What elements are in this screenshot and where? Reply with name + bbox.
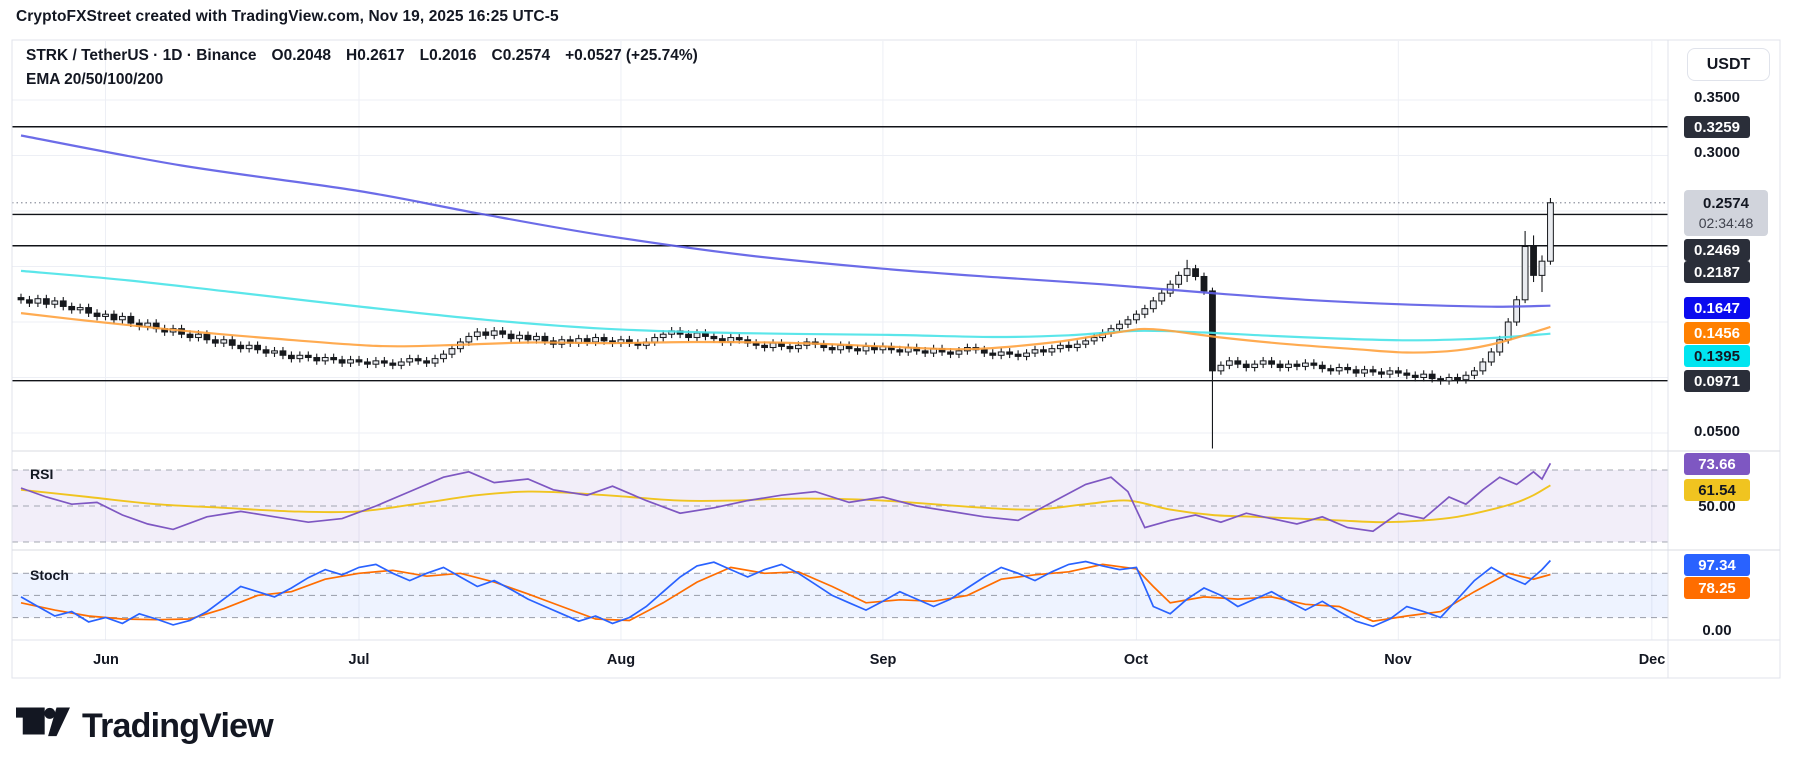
month-tick: Jul (329, 652, 389, 668)
currency-toggle-button[interactable]: USDT (1687, 48, 1770, 81)
last-price-label: 0.2574 02:34:48 (1684, 190, 1768, 236)
month-tick: Nov (1368, 652, 1428, 668)
stoch-pane-title[interactable]: Stoch (30, 567, 69, 583)
stoch-zero-tick: 0.00 (1684, 622, 1750, 640)
tradingview-logo-text: TradingView (82, 707, 273, 746)
level-price-label: 0.0971 (1684, 370, 1750, 392)
screenshot-root: CryptoFXStreet created with TradingView.… (0, 0, 1793, 773)
price-tick: 0.3500 (1684, 89, 1750, 107)
bar-close-countdown: 02:34:48 (1699, 214, 1754, 232)
month-tick: Sep (853, 652, 913, 668)
ema-blue-price-label: 0.1647 (1684, 297, 1750, 319)
ema-cyan-price-label: 0.1395 (1684, 345, 1750, 367)
level-price-label: 0.2469 (1684, 239, 1750, 261)
ohlc-open: O0.2048 (272, 47, 331, 64)
ema-lines (21, 136, 1550, 353)
level-price-label: 0.2187 (1684, 261, 1750, 283)
rsi-value-label: 73.66 (1684, 453, 1750, 475)
ohlc-high: H0.2617 (346, 47, 405, 64)
attribution-text: CryptoFXStreet created with TradingView.… (16, 8, 559, 26)
level-price-label: 0.3259 (1684, 116, 1750, 138)
ohlc-close: C0.2574 (492, 47, 551, 64)
month-tick: Jun (76, 652, 136, 668)
candles (18, 198, 1553, 449)
rsi-pane-title[interactable]: RSI (30, 466, 53, 482)
ema-orange-price-label: 0.1456 (1684, 322, 1750, 344)
rsi-ma-value-label: 61.54 (1684, 479, 1750, 501)
ohlc-low: L0.2016 (420, 47, 477, 64)
tradingview-logo-mark (16, 704, 70, 748)
price-tick: 0.3000 (1684, 144, 1750, 162)
month-tick: Oct (1106, 652, 1166, 668)
tradingview-logo[interactable]: TradingView (16, 704, 273, 748)
ohlc-change: +0.0527 (+25.74%) (565, 47, 698, 64)
last-price-value: 0.2574 (1703, 194, 1749, 214)
month-tick: Aug (591, 652, 651, 668)
stoch-k-value-label: 97.34 (1684, 554, 1750, 576)
price-tick: 0.0500 (1684, 423, 1750, 441)
month-tick: Dec (1622, 652, 1682, 668)
symbol-title-row: STRK / TetherUS · 1D · Binance O0.2048 H0.… (26, 47, 713, 65)
ema-indicator-title[interactable]: EMA 20/50/100/200 (26, 71, 163, 89)
stoch-d-value-label: 78.25 (1684, 577, 1750, 599)
symbol-title[interactable]: STRK / TetherUS · 1D · Binance (26, 47, 257, 64)
